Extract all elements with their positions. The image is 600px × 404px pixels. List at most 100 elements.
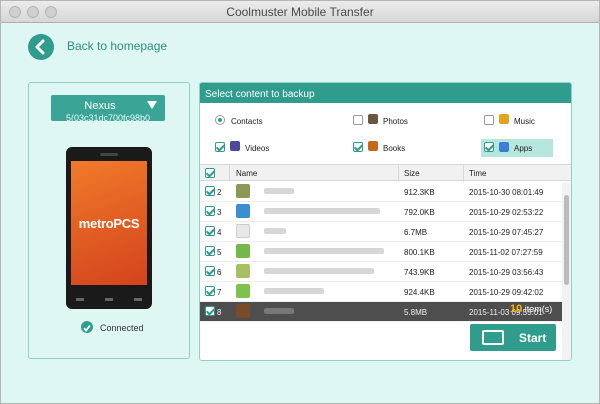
row-checkbox[interactable] xyxy=(205,286,215,296)
table-row[interactable]: 5 800.1KB 2015-11-02 07:27:59 xyxy=(200,242,562,262)
table-row[interactable]: 7 924.4KB 2015-10-29 09:42:02 xyxy=(200,282,562,302)
column-size[interactable]: Size xyxy=(404,169,420,178)
category-contacts[interactable]: Contacts xyxy=(215,114,335,132)
music-checkbox[interactable] xyxy=(484,115,494,125)
app-name-redacted xyxy=(264,228,286,234)
row-size: 6.7MB xyxy=(404,228,428,237)
back-to-homepage-link[interactable]: Back to homepage xyxy=(67,39,167,53)
item-count: 10 item(s) xyxy=(510,303,552,315)
category-videos[interactable]: Videos xyxy=(215,141,335,159)
category-label: Photos xyxy=(383,117,408,126)
start-button[interactable]: Start xyxy=(470,324,556,351)
row-time: 2015-10-30 08:01:49 xyxy=(469,188,544,197)
chevron-down-icon xyxy=(147,101,157,109)
phone-image: metroPCS xyxy=(66,147,152,309)
row-number: 3 xyxy=(217,208,222,217)
app-icon xyxy=(236,244,250,258)
table-row[interactable]: 6 743.9KB 2015-10-29 03:56:43 xyxy=(200,262,562,282)
row-size: 792.0KB xyxy=(404,208,435,217)
device-serial: 5(03c31dc700fc98b0 xyxy=(65,113,151,121)
table-row[interactable]: 3 792.0KB 2015-10-29 02:53:22 xyxy=(200,202,562,222)
phone-screen: metroPCS xyxy=(71,161,147,285)
category-photos[interactable]: Photos xyxy=(353,114,453,132)
back-button[interactable] xyxy=(28,34,54,60)
row-checkbox[interactable] xyxy=(205,246,215,256)
category-books[interactable]: Books xyxy=(353,141,453,159)
row-number: 5 xyxy=(217,248,222,257)
row-checkbox[interactable] xyxy=(205,306,215,316)
app-name-redacted xyxy=(264,188,294,194)
app-icon xyxy=(236,264,250,278)
table-row[interactable]: 8 5.8MB 2015-11-03 09:55:01 xyxy=(200,302,562,322)
row-number: 6 xyxy=(217,268,222,277)
device-panel: Nexus 5(03c31dc700fc98b0 metroPCS Connec… xyxy=(28,82,190,359)
row-checkbox[interactable] xyxy=(205,206,215,216)
column-time[interactable]: Time xyxy=(469,169,486,178)
device-selector[interactable]: Nexus 5(03c31dc700fc98b0 xyxy=(51,95,165,121)
row-checkbox[interactable] xyxy=(205,186,215,196)
category-label: Apps xyxy=(514,144,533,153)
connection-status: Connected xyxy=(100,323,144,333)
app-icon xyxy=(236,284,250,298)
app-name-redacted xyxy=(264,208,380,214)
row-size: 800.1KB xyxy=(404,248,435,257)
row-checkbox[interactable] xyxy=(205,266,215,276)
carrier-logo: metroPCS xyxy=(78,215,140,231)
app-name-redacted xyxy=(264,268,374,274)
table-row[interactable]: 2 912.3KB 2015-10-30 08:01:49 xyxy=(200,182,562,202)
music-icon xyxy=(499,114,509,124)
app-name-redacted xyxy=(264,288,324,294)
row-number: 7 xyxy=(217,288,222,297)
apps-checkbox[interactable] xyxy=(484,142,494,152)
table-header: Name Size Time xyxy=(200,164,571,182)
app-name-redacted xyxy=(264,308,294,314)
category-label: Videos xyxy=(245,144,270,153)
apps-icon xyxy=(499,142,509,152)
table-scrollbar[interactable] xyxy=(562,183,571,360)
title-bar: Coolmuster Mobile Transfer xyxy=(1,1,599,23)
row-number: 4 xyxy=(217,228,222,237)
app-icon xyxy=(236,304,250,318)
app-window: Coolmuster Mobile Transfer Back to homep… xyxy=(0,0,600,404)
row-size: 5.8MB xyxy=(404,308,428,317)
check-circle-icon xyxy=(81,321,93,333)
row-number: 2 xyxy=(217,188,222,197)
category-label: Contacts xyxy=(231,117,263,126)
item-count-number: 10 xyxy=(510,303,523,315)
app-icon xyxy=(236,204,250,218)
row-time: 2015-10-29 02:53:22 xyxy=(469,208,544,217)
scroll-thumb[interactable] xyxy=(564,195,569,285)
books-checkbox[interactable] xyxy=(353,142,363,152)
books-icon xyxy=(368,141,378,151)
category-label: Books xyxy=(383,144,406,153)
device-name: Nexus xyxy=(84,100,116,112)
category-label: Music xyxy=(514,117,535,126)
window-title: Coolmuster Mobile Transfer xyxy=(226,5,374,19)
photos-checkbox[interactable] xyxy=(353,115,363,125)
row-time: 2015-10-29 09:42:02 xyxy=(469,288,544,297)
category-music[interactable]: Music xyxy=(484,114,554,132)
phone-keys xyxy=(76,298,142,301)
start-button-label: Start xyxy=(519,331,547,345)
select-all-checkbox[interactable] xyxy=(205,168,215,178)
arrow-left-icon xyxy=(35,39,45,55)
row-number: 8 xyxy=(217,308,222,317)
row-size: 924.4KB xyxy=(404,288,435,297)
row-time: 2015-11-02 07:27:59 xyxy=(469,248,543,257)
phone-speaker xyxy=(100,153,118,156)
row-checkbox[interactable] xyxy=(205,226,215,236)
row-size: 743.9KB xyxy=(404,268,435,277)
photos-icon xyxy=(368,114,378,124)
column-name[interactable]: Name xyxy=(236,169,257,178)
row-time: 2015-10-29 07:45:27 xyxy=(469,228,544,237)
videos-checkbox[interactable] xyxy=(215,142,225,152)
row-size: 912.3KB xyxy=(404,188,435,197)
transfer-icon xyxy=(482,330,504,345)
table-row[interactable]: 4 6.7MB 2015-10-29 07:45:27 xyxy=(200,222,562,242)
content-panel-header: Select content to backup xyxy=(200,83,571,103)
app-name-redacted xyxy=(264,248,384,254)
content-panel: Select content to backup Contacts Photos… xyxy=(199,82,572,361)
contacts-radio[interactable] xyxy=(215,115,225,125)
category-apps[interactable]: Apps xyxy=(481,139,553,157)
app-icon xyxy=(236,184,250,198)
